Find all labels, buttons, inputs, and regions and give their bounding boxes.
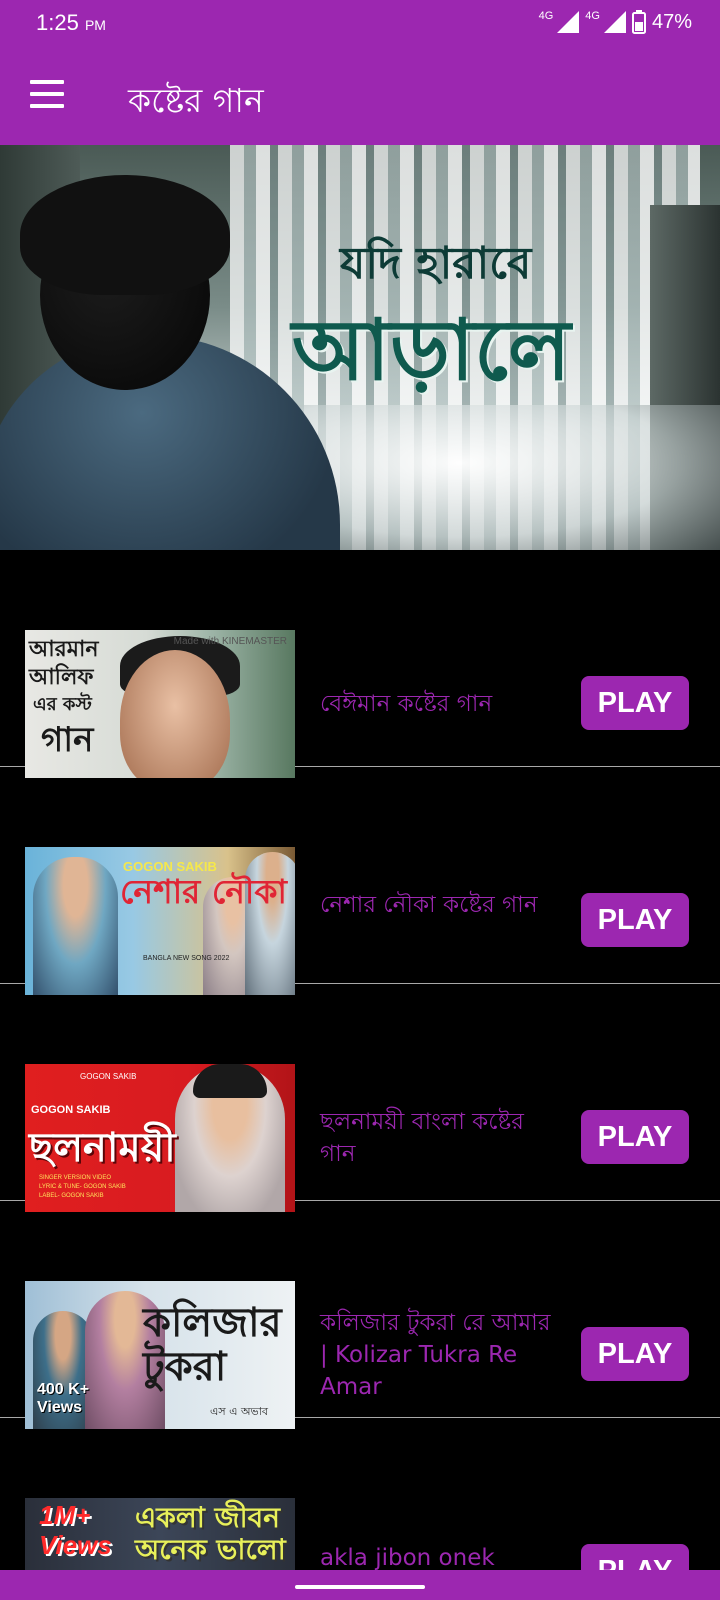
thumb-text-line: একলা জীবন: [135, 1501, 280, 1534]
thumb-text: GOGON SAKIB: [80, 1072, 137, 1081]
song-thumbnail[interactable]: GOGON SAKIB নেশার নৌকা BANGLA NEW SONG 2…: [25, 847, 295, 995]
battery-icon: [631, 10, 646, 34]
thumb-text: গান: [41, 720, 94, 760]
list-item[interactable]: কলিজার টুকরা 400 K+ Views এস এ অভাব কলিজ…: [0, 1201, 720, 1429]
thumb-watermark: Made with KINEMASTER: [173, 636, 287, 647]
page-title: কষ্টের গান: [128, 81, 264, 120]
play-button[interactable]: PLAY: [581, 676, 689, 730]
status-bar: 1:25 PM 4G 4G 47%: [0, 0, 720, 50]
thumb-text: BANGLA NEW SONG 2022: [143, 955, 230, 962]
thumb-text: GOGON SAKIB: [31, 1104, 111, 1116]
status-time: 1:25 PM: [36, 10, 106, 36]
signal-icon: [557, 11, 580, 33]
battery-percent: 47%: [651, 10, 692, 33]
thumb-text-line: Views: [37, 1399, 83, 1416]
system-nav-bar: [0, 1570, 720, 1600]
song-thumbnail[interactable]: GOGON SAKIB GOGON SAKIB ছলনাময়ী SINGER …: [25, 1064, 295, 1212]
song-title: বেঈমান কষ্টের গান: [320, 691, 493, 717]
network-type-1: 4G: [538, 10, 554, 22]
play-button[interactable]: PLAY: [581, 1544, 689, 1570]
song-thumbnail[interactable]: আরমান আলিফ এর কস্ট গান Made with KINEMAS…: [25, 630, 295, 778]
play-button[interactable]: PLAY: [581, 1110, 689, 1164]
song-thumbnail[interactable]: কলিজার টুকরা 400 K+ Views এস এ অভাব: [25, 1281, 295, 1429]
network-type-2: 4G: [585, 10, 600, 22]
thumb-text-line: LYRIC & TUNE- GOGON SAKIB: [39, 1184, 126, 1190]
play-button[interactable]: PLAY: [581, 1327, 689, 1381]
song-title: ছলনাময়ী বাংলা কষ্টের গান: [320, 1109, 524, 1167]
thumb-text-line: LABEL- GOGON SAKIB: [39, 1193, 104, 1199]
thumb-text-line: SINGER VERSION VIDEO: [39, 1175, 112, 1181]
hero-banner[interactable]: যদি হারাবে আড়ালে: [0, 145, 720, 550]
song-title: নেশার নৌকা কষ্টের গান: [320, 892, 538, 918]
thumb-figure: [33, 857, 118, 995]
thumb-views: 1M+ Views: [39, 1500, 112, 1560]
ampm-text: PM: [84, 17, 106, 33]
list-item[interactable]: GOGON SAKIB নেশার নৌকা BANGLA NEW SONG 2…: [0, 767, 720, 995]
status-icons: 4G 4G 47%: [539, 10, 692, 34]
thumb-text: একলা জীবন অনেক ভালো: [135, 1502, 286, 1566]
thumb-figure: [175, 1064, 285, 1212]
thumb-text-line: Views: [39, 1530, 112, 1560]
app-bar: কষ্টের গান: [0, 50, 720, 145]
thumb-text: কলিজার টুকরা: [143, 1300, 282, 1390]
hero-hat: [20, 175, 230, 295]
thumb-text-line: 1M+: [39, 1500, 91, 1530]
list-item[interactable]: আরমান আলিফ এর কস্ট গান Made with KINEMAS…: [0, 550, 720, 778]
list-item[interactable]: GOGON SAKIB GOGON SAKIB ছলনাময়ী SINGER …: [0, 984, 720, 1212]
play-button[interactable]: PLAY: [581, 893, 689, 947]
hero-title-line2: আড়ালে: [292, 300, 571, 399]
time-text: 1:25: [36, 10, 79, 35]
thumb-views: 400 K+ Views: [37, 1381, 89, 1417]
thumb-text-line: 400 K+: [37, 1381, 90, 1398]
thumb-text: নেশার নৌকা: [120, 872, 288, 911]
song-title: কলিজার টুকরা রে আমার | Kolizar Tukra Re …: [320, 1310, 551, 1400]
thumb-text-line: অনেক ভালো: [135, 1533, 286, 1566]
hamburger-menu-icon[interactable]: [30, 80, 70, 116]
thumb-text: ছলনাময়ী: [29, 1125, 176, 1171]
thumb-text: SINGER VERSION VIDEO LYRIC & TUNE- GOGON…: [39, 1174, 126, 1201]
home-gesture-handle[interactable]: [295, 1585, 425, 1589]
thumb-figure: [120, 650, 230, 778]
signal-icon: [603, 11, 626, 33]
song-thumbnail[interactable]: 1M+ Views একলা জীবন অনেক ভালো: [25, 1498, 295, 1570]
